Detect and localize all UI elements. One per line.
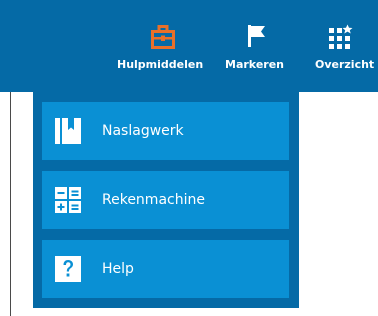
menu-item-rekenmachine[interactable]: Rekenmachine xyxy=(42,171,289,229)
nav-overzicht[interactable]: Overzicht xyxy=(300,0,378,92)
flag-icon xyxy=(246,24,268,52)
book-icon xyxy=(55,118,81,144)
menu-item-rekenmachine-label: Rekenmachine xyxy=(102,192,205,208)
nav-markeren[interactable]: Markeren xyxy=(218,0,296,92)
menu-item-help-label: Help xyxy=(102,261,134,277)
help-question-icon xyxy=(55,256,81,282)
calculator-icon xyxy=(55,187,81,213)
nav-markeren-label: Markeren xyxy=(225,58,284,71)
menu-item-naslagwerk-label: Naslagwerk xyxy=(102,123,184,139)
nav-hulpmiddelen[interactable]: Hulpmiddelen xyxy=(115,0,215,92)
nav-overzicht-label: Overzicht xyxy=(315,58,375,71)
menu-item-help[interactable]: Help xyxy=(42,240,289,298)
grid-star-icon xyxy=(328,24,354,54)
nav-hulpmiddelen-label: Hulpmiddelen xyxy=(117,58,204,71)
content-divider xyxy=(10,92,11,316)
briefcase-icon xyxy=(150,24,176,54)
menu-item-naslagwerk[interactable]: Naslagwerk xyxy=(42,102,289,160)
